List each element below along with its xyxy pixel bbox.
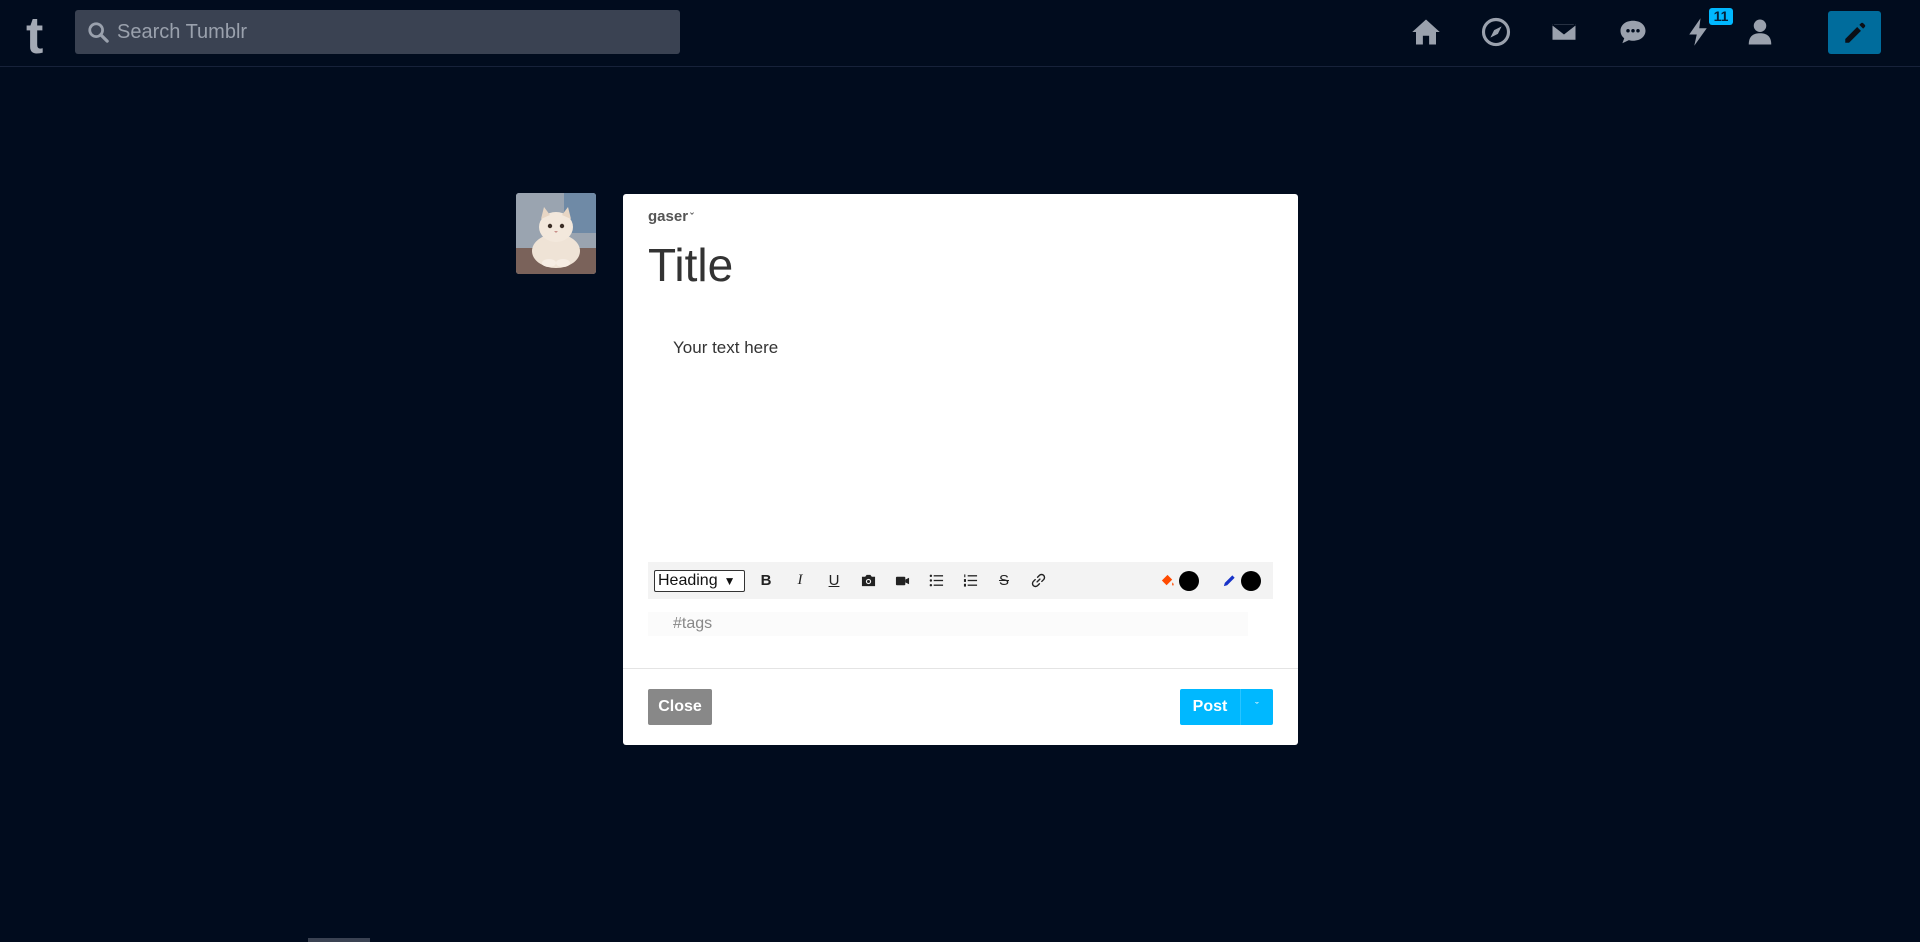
bold-button[interactable]: B [749, 566, 783, 596]
text-color-button[interactable] [1217, 566, 1241, 596]
explore-icon [1481, 17, 1511, 47]
blog-avatar [516, 193, 596, 274]
inbox-icon [1550, 22, 1578, 42]
pen-icon [1223, 575, 1235, 587]
inbox-button[interactable] [1546, 14, 1582, 50]
numbered-list-icon [963, 574, 977, 587]
search-icon [88, 22, 109, 43]
close-button[interactable]: Close [648, 689, 712, 725]
insert-photo-button[interactable] [851, 566, 885, 596]
blog-selector[interactable]: gaser ˇ [648, 208, 694, 225]
post-body-field[interactable]: Your text here [673, 338, 778, 358]
format-select-value: Heading [658, 571, 718, 589]
post-button-group: Post ˇ [1180, 689, 1273, 725]
insert-link-button[interactable] [1021, 566, 1055, 596]
search-input[interactable] [117, 20, 677, 44]
video-camera-icon [895, 576, 909, 586]
account-button[interactable] [1742, 14, 1778, 50]
numbered-list-button[interactable] [953, 566, 987, 596]
formatting-toolbar: Heading ▼ B I U S [648, 562, 1273, 599]
scroll-indicator [308, 938, 370, 942]
strikethrough-button[interactable]: S [987, 566, 1021, 596]
paint-bucket-icon [1161, 574, 1174, 586]
activity-count-badge: 11 [1709, 8, 1733, 25]
messages-button[interactable] [1615, 14, 1651, 50]
text-color-swatch[interactable] [1241, 570, 1261, 591]
format-select[interactable]: Heading ▼ [654, 569, 745, 592]
blog-name: gaser [648, 208, 689, 225]
home-button[interactable] [1408, 14, 1444, 50]
text-post-editor: gaser ˇ Title Your text here Heading ▼ B … [623, 194, 1298, 745]
bullet-list-icon [929, 574, 943, 587]
post-title-field[interactable]: Title [648, 238, 733, 292]
underline-button[interactable]: U [817, 566, 851, 596]
camera-icon [861, 574, 875, 587]
chevron-down-icon: ▼ [723, 573, 736, 588]
messages-icon [1620, 20, 1646, 44]
top-navigation-bar: t 11 [0, 0, 1920, 67]
tumblr-logo[interactable]: t [26, 10, 43, 62]
post-options-chevron-icon[interactable]: ˇ [1240, 689, 1273, 725]
compose-button[interactable] [1828, 11, 1881, 54]
background-color-button[interactable] [1155, 566, 1179, 596]
footer-divider [623, 668, 1298, 669]
bullet-list-button[interactable] [919, 566, 953, 596]
compose-icon [1844, 22, 1865, 43]
background-color-swatch[interactable] [1179, 570, 1199, 591]
account-icon [1748, 19, 1772, 45]
explore-button[interactable] [1478, 14, 1514, 50]
tags-field[interactable]: #tags [648, 612, 1248, 636]
cat-avatar-image [516, 193, 596, 274]
chevron-down-icon: ˇ [690, 212, 694, 224]
italic-button[interactable]: I [783, 566, 817, 596]
link-icon [1031, 573, 1045, 588]
insert-video-button[interactable] [885, 566, 919, 596]
search-bar[interactable] [75, 10, 680, 54]
post-button[interactable]: Post [1180, 689, 1240, 725]
home-icon [1412, 19, 1440, 45]
